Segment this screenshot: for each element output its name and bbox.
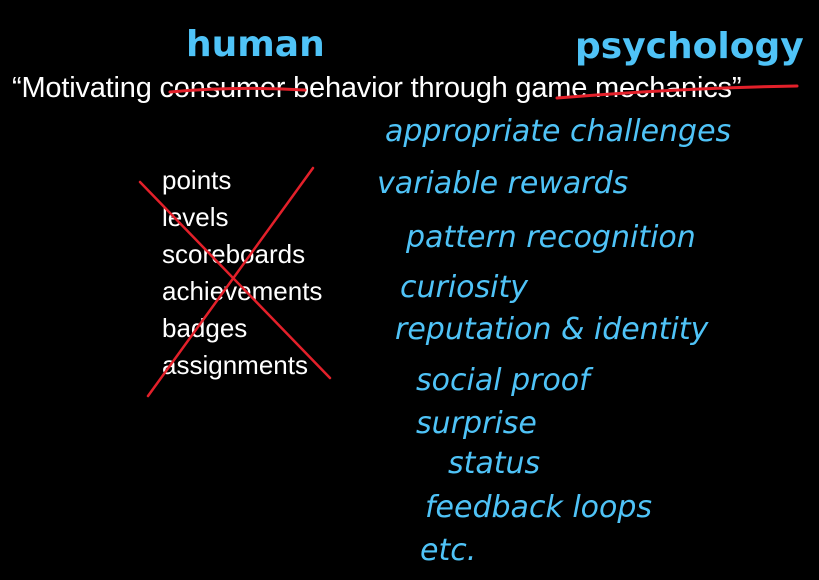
psych-item: pattern recognition bbox=[406, 220, 696, 255]
list-item: assignments bbox=[162, 350, 308, 380]
struck-word-consumer: consumer bbox=[159, 72, 286, 104]
list-item: levels bbox=[162, 202, 229, 232]
list-item: badges bbox=[162, 313, 248, 343]
slide: human psychology “Motivating consumer be… bbox=[0, 0, 819, 580]
psych-item: appropriate challenges bbox=[385, 114, 732, 149]
psych-item: status bbox=[448, 446, 541, 481]
psych-item: variable rewards bbox=[377, 166, 629, 201]
list-item: scoreboards bbox=[162, 239, 306, 269]
list-item: points bbox=[162, 165, 232, 195]
game-mechanics-list: points levels scoreboards achievements b… bbox=[162, 162, 322, 384]
psych-item: reputation & identity bbox=[395, 312, 709, 347]
psych-item: social proof bbox=[416, 363, 590, 398]
quote-middle: behavior through bbox=[285, 72, 516, 104]
psych-item: surprise bbox=[416, 406, 537, 441]
struck-phrase-game-mechanics: game mechanics bbox=[515, 72, 732, 104]
quote-title: “Motivating consumer behavior through ga… bbox=[12, 72, 742, 105]
psych-item: etc. bbox=[420, 533, 477, 568]
quote-close: ” bbox=[731, 72, 742, 104]
psych-item: curiosity bbox=[400, 270, 529, 305]
list-item: achievements bbox=[162, 276, 323, 306]
annotation-psychology: psychology bbox=[575, 26, 804, 67]
annotation-human: human bbox=[186, 24, 325, 65]
psych-item: feedback loops bbox=[425, 490, 653, 525]
quote-open: “Motivating bbox=[12, 72, 160, 104]
